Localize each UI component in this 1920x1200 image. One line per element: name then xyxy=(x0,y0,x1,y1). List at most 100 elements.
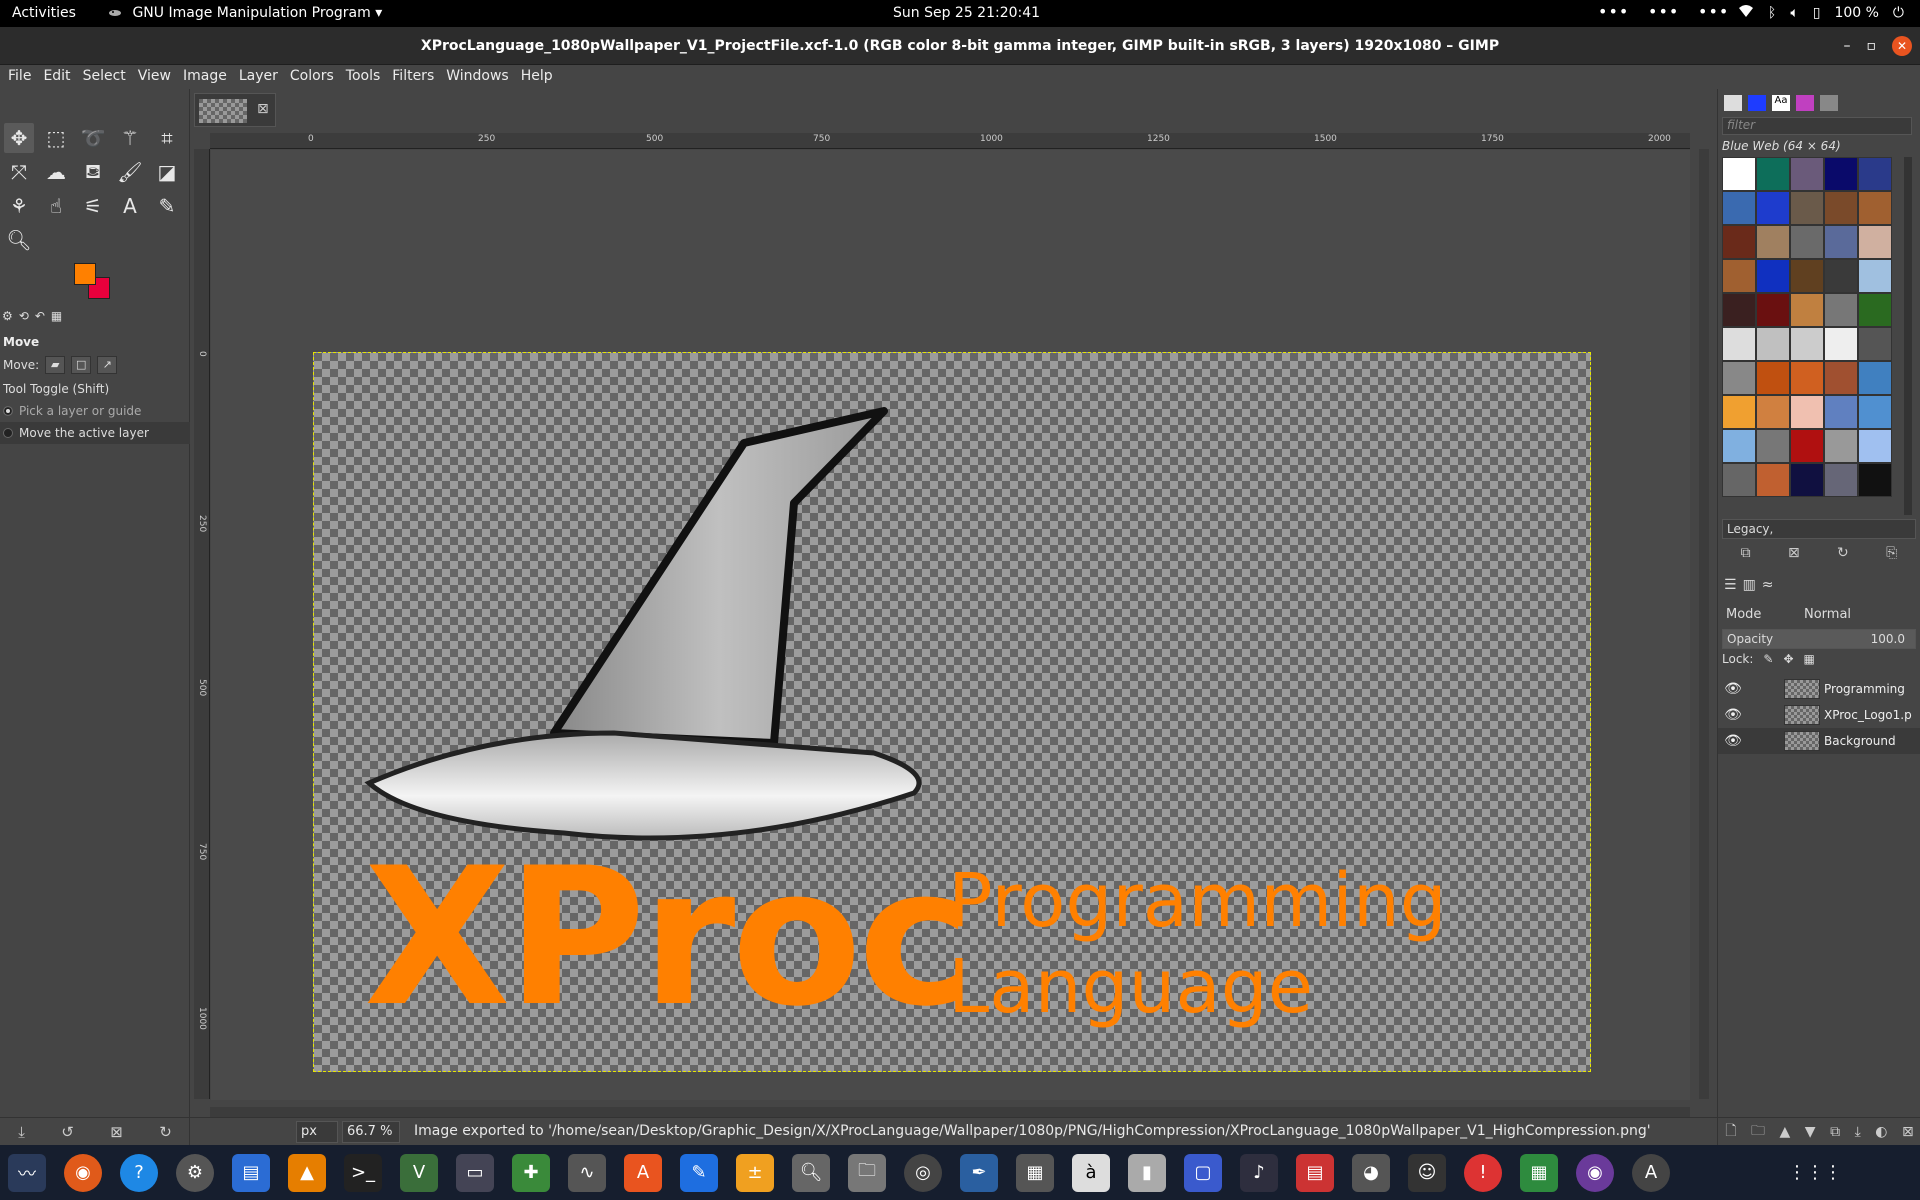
system-monitor-icon[interactable]: 〰 xyxy=(8,1153,46,1192)
webcam-icon[interactable]: ◉ xyxy=(1576,1153,1614,1192)
zoom-select[interactable]: 66.7 % xyxy=(342,1121,400,1143)
layer-row[interactable]: 👁︎ Background xyxy=(1718,728,1920,754)
crop-icon[interactable]: ⌗ xyxy=(152,123,182,153)
pattern-swatch[interactable] xyxy=(1790,395,1824,429)
pattern-swatch[interactable] xyxy=(1756,361,1790,395)
remote-desktop-icon[interactable]: ▭ xyxy=(456,1153,494,1192)
menu-colors[interactable]: Colors xyxy=(284,65,340,89)
save-options-icon[interactable]: ⤓ xyxy=(18,1123,25,1141)
pattern-swatch[interactable] xyxy=(1824,463,1858,497)
pattern-swatch[interactable] xyxy=(1790,157,1824,191)
gimp-icon[interactable]: ◕ xyxy=(1352,1153,1390,1192)
images-tab-icon[interactable]: ▦ xyxy=(51,309,62,327)
horizontal-scrollbar[interactable] xyxy=(210,1107,1690,1117)
bucket-fill-icon[interactable]: ⛾ xyxy=(78,157,108,187)
clock[interactable]: Sun Sep 25 21:20:41 xyxy=(893,5,1040,21)
pattern-swatch[interactable] xyxy=(1858,429,1892,463)
vertical-ruler[interactable]: 0 250 500 750 1000 xyxy=(194,149,210,1099)
pattern-swatch[interactable] xyxy=(1756,429,1790,463)
color-picker-icon[interactable]: ✎ xyxy=(152,191,182,221)
close-icon[interactable]: ✕ xyxy=(1892,36,1912,56)
menu-tools[interactable]: Tools xyxy=(340,65,387,89)
more-icon[interactable]: ••• xyxy=(1698,2,1729,21)
pattern-swatch[interactable] xyxy=(1722,463,1756,497)
document-icon[interactable]: à xyxy=(1072,1153,1110,1192)
software-center-icon[interactable]: A xyxy=(624,1153,662,1192)
maximize-icon[interactable]: ▫ xyxy=(1867,27,1877,65)
color-swatches[interactable] xyxy=(74,263,114,303)
pattern-swatch[interactable] xyxy=(1722,395,1756,429)
menu-layer[interactable]: Layer xyxy=(233,65,284,89)
more-icon[interactable]: ••• xyxy=(1598,2,1629,21)
new-layer-icon[interactable]: 🗋︎ xyxy=(1725,1120,1736,1144)
open-as-image-icon[interactable]: ⎘ xyxy=(1886,545,1897,561)
layers-tab-icon[interactable]: ☰ xyxy=(1724,577,1737,593)
canvas-viewport[interactable]: XProc Programming Language xyxy=(211,150,1690,1100)
screenshot-icon[interactable]: ▢ xyxy=(1184,1153,1222,1192)
pattern-swatch[interactable] xyxy=(1790,361,1824,395)
menu-select[interactable]: Select xyxy=(77,65,132,89)
music-icon[interactable]: ♪ xyxy=(1240,1153,1278,1192)
vlc-icon[interactable]: ▲ xyxy=(288,1153,326,1192)
pattern-swatch[interactable] xyxy=(1824,293,1858,327)
pattern-swatch[interactable] xyxy=(1790,259,1824,293)
raise-layer-icon[interactable]: ▲ xyxy=(1780,1124,1791,1140)
pattern-swatch[interactable] xyxy=(1824,157,1858,191)
pattern-swatch[interactable] xyxy=(1722,157,1756,191)
fuzzy-select-icon[interactable]: ⚚ xyxy=(115,123,145,153)
pattern-swatch[interactable] xyxy=(1722,429,1756,463)
tool-options-tab-icon[interactable]: ⚙ xyxy=(2,309,13,327)
pattern-swatch[interactable] xyxy=(1790,191,1824,225)
software-updater-icon[interactable]: A xyxy=(1632,1153,1670,1192)
image-tab[interactable]: ⊠ xyxy=(194,93,276,127)
calc-sheet-icon[interactable]: ▦ xyxy=(1520,1153,1558,1192)
radio-pick-layer[interactable] xyxy=(3,406,13,416)
disk-utility-icon[interactable]: ◎ xyxy=(904,1153,942,1192)
pattern-swatch[interactable] xyxy=(1824,225,1858,259)
rect-select-icon[interactable]: ⬚ xyxy=(41,123,71,153)
pattern-swatch[interactable] xyxy=(1756,157,1790,191)
pattern-swatch[interactable] xyxy=(1824,327,1858,361)
writer-icon[interactable]: ▤ xyxy=(232,1153,270,1192)
vim-icon[interactable]: V xyxy=(400,1153,438,1192)
paths-tab-icon[interactable]: ≈ xyxy=(1762,577,1774,593)
restore-options-icon[interactable]: ↺ xyxy=(61,1123,74,1141)
reset-options-icon[interactable]: ↻ xyxy=(159,1123,172,1141)
pattern-swatch[interactable] xyxy=(1824,191,1858,225)
duplicate-layer-icon[interactable]: ⧉ xyxy=(1830,1124,1840,1140)
delete-options-icon[interactable]: ⊠ xyxy=(110,1123,123,1141)
pattern-swatch[interactable] xyxy=(1858,293,1892,327)
pattern-swatch[interactable] xyxy=(1722,327,1756,361)
activities-button[interactable]: Activities xyxy=(12,5,76,21)
paintbrush-icon[interactable]: 🖌︎ xyxy=(115,157,145,187)
pattern-grid[interactable] xyxy=(1722,157,1894,515)
minimize-icon[interactable]: – xyxy=(1844,27,1851,65)
lock-pixels-icon[interactable]: ✎ xyxy=(1763,652,1773,666)
menu-filters[interactable]: Filters xyxy=(386,65,440,89)
pattern-swatch[interactable] xyxy=(1858,157,1892,191)
layer-row[interactable]: 👁︎ XProc_Logo1.p xyxy=(1718,702,1920,728)
fonts-tab-icon[interactable]: Aa xyxy=(1772,95,1790,111)
channels-tab-icon[interactable]: ▥ xyxy=(1743,577,1756,593)
close-tab-icon[interactable]: ⊠ xyxy=(257,101,269,117)
pattern-swatch[interactable] xyxy=(1858,327,1892,361)
palettes-tab-icon[interactable] xyxy=(1820,95,1838,111)
pattern-swatch[interactable] xyxy=(1756,327,1790,361)
pattern-swatch[interactable] xyxy=(1858,361,1892,395)
pattern-swatch[interactable] xyxy=(1722,191,1756,225)
gradients-tab-icon[interactable] xyxy=(1796,95,1814,111)
pattern-swatch[interactable] xyxy=(1858,225,1892,259)
radio-move-active[interactable] xyxy=(3,428,13,438)
duplicate-icon[interactable]: ⧉ xyxy=(1741,545,1751,561)
delete-icon[interactable]: ⊠ xyxy=(1788,545,1800,561)
move-layer-mode-icon[interactable]: ▰ xyxy=(45,356,66,374)
pattern-swatch[interactable] xyxy=(1790,293,1824,327)
menu-windows[interactable]: Windows xyxy=(440,65,515,89)
game-icon[interactable]: ☺ xyxy=(1408,1153,1446,1192)
image-canvas[interactable]: XProc Programming Language xyxy=(313,352,1591,1072)
menu-view[interactable]: View xyxy=(132,65,177,89)
lock-position-icon[interactable]: ✥ xyxy=(1783,652,1793,666)
merge-layer-icon[interactable]: ⤓ xyxy=(1855,1124,1861,1140)
eraser-icon[interactable]: ◪ xyxy=(152,157,182,187)
more-icon[interactable]: ••• xyxy=(1648,2,1679,21)
